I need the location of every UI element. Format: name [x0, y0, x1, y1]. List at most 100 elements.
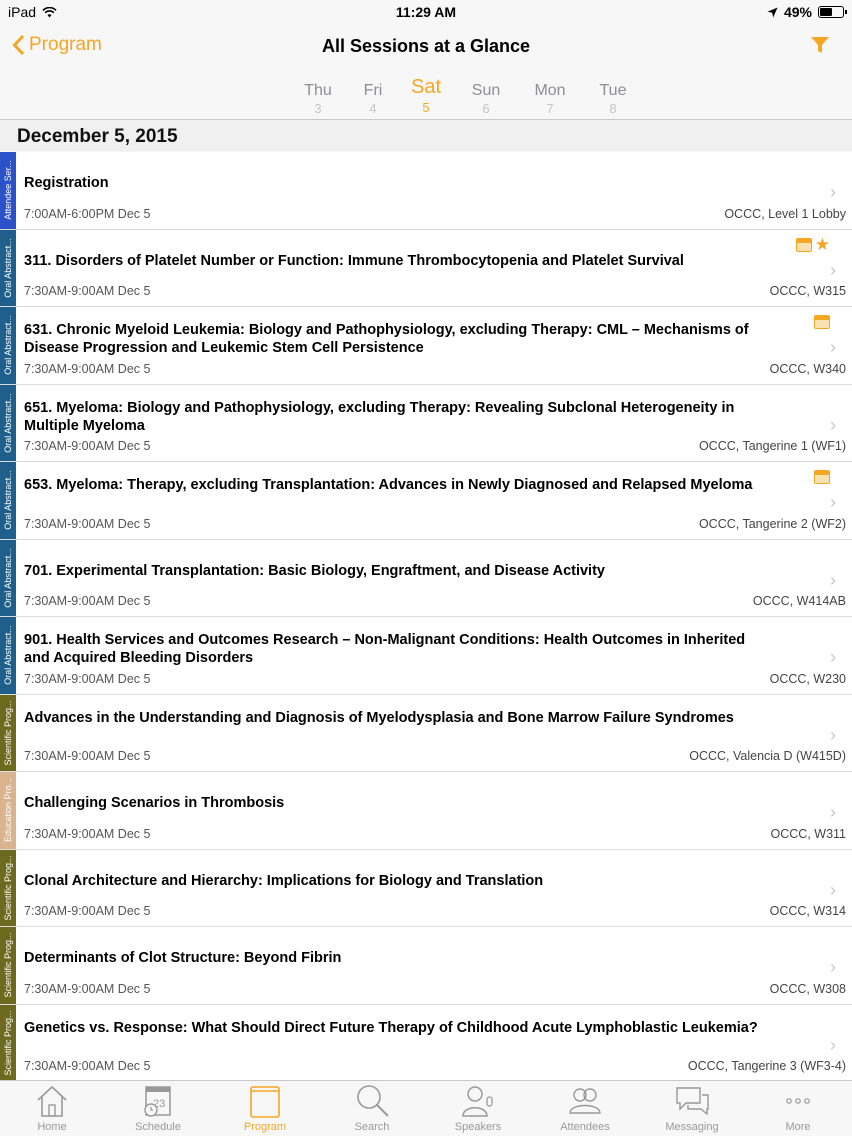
session-row[interactable]: Scientific Prog... Clonal Architecture a… [0, 849, 852, 927]
category-label: Oral Abstract... [3, 315, 13, 376]
session-time: 7:30AM-9:00AM Dec 5 [24, 981, 151, 996]
session-row[interactable]: Oral Abstract... 701. Experimental Trans… [0, 539, 852, 617]
session-location: OCCC, W308 [769, 981, 846, 996]
category-label: Scientific Prog... [3, 932, 13, 998]
session-location: OCCC, Tangerine 1 (WF1) [698, 439, 846, 453]
session-title: 311. Disorders of Platelet Number or Fun… [24, 252, 684, 269]
session-location: OCCC, Valencia D (W415D) [689, 749, 846, 763]
tab-messaging[interactable]: Messaging [642, 1083, 742, 1133]
category-label: Oral Abstract... [3, 470, 13, 531]
session-row[interactable]: Education Pro... Challenging Scenarios i… [0, 772, 852, 850]
category-label: Attendee Ser... [3, 160, 13, 221]
category-label: Scientific Prog... [3, 700, 13, 766]
session-row[interactable]: Attendee Ser... Registration › 7:00AM-6:… [0, 152, 852, 230]
category-tag: Scientific Prog... [0, 694, 16, 771]
day-name: Fri [363, 82, 383, 99]
category-label: Scientific Prog... [3, 855, 13, 921]
chevron-right-icon: › [830, 492, 836, 512]
chevron-right-icon: › [830, 259, 836, 280]
session-row[interactable]: Scientific Prog... Genetics vs. Response… [0, 1004, 852, 1080]
chevron-right-icon: › [830, 879, 836, 900]
program-icon [250, 1086, 280, 1118]
day-tue[interactable]: Tue 8 [588, 82, 638, 116]
nav-bar: Program All Sessions at a Glance [0, 24, 852, 70]
category-tag: Oral Abstract... [0, 307, 16, 384]
category-tag: Oral Abstract... [0, 462, 16, 539]
session-title: 651. Myeloma: Biology and Pathophysiolog… [24, 399, 735, 434]
category-tag: Oral Abstract... [0, 229, 16, 306]
day-mon[interactable]: Mon 7 [525, 82, 575, 116]
session-title: Advances in the Understanding and Diagno… [24, 709, 734, 726]
session-row[interactable]: Scientific Prog... Determinants of Clot … [0, 927, 852, 1005]
session-title: Challenging Scenarios in Thrombosis [24, 795, 285, 811]
session-location: OCCC, W230 [769, 671, 846, 686]
session-row[interactable]: Oral Abstract... 631. Chronic Myeloid Le… [0, 307, 852, 385]
calendar-icon[interactable] [814, 315, 830, 329]
chevron-right-icon: › [830, 337, 836, 357]
session-location: OCCC, W311 [770, 826, 846, 841]
day-number: 4 [369, 101, 377, 116]
session-time: 7:30AM-9:00AM Dec 5 [24, 1059, 151, 1073]
tab-program[interactable]: Program [215, 1083, 315, 1133]
tab-home[interactable]: Home [2, 1083, 102, 1133]
session-title: Genetics vs. Response: What Should Direc… [24, 1019, 758, 1036]
category-tag: Scientific Prog... [0, 849, 16, 926]
day-number: 6 [482, 101, 490, 116]
category-tag: Oral Abstract... [0, 384, 16, 461]
session-row[interactable]: Scientific Prog... Advances in the Under… [0, 694, 852, 772]
day-name: Thu [304, 82, 332, 99]
calendar-icon[interactable] [795, 237, 812, 252]
tab-more[interactable]: More [748, 1083, 848, 1133]
day-sun[interactable]: Sun 6 [461, 82, 511, 116]
day-sat[interactable]: Sat 5 [401, 76, 451, 115]
status-time: 11:29 AM [395, 4, 457, 20]
tab-label: Program [243, 1121, 287, 1133]
session-time: 7:30AM-9:00AM Dec 5 [24, 361, 151, 376]
session-location: OCCC, W340 [769, 361, 846, 376]
tab-label: Speakers [454, 1121, 502, 1133]
session-time: 7:30AM-9:00AM Dec 5 [24, 516, 151, 531]
session-time: 7:30AM-9:00AM Dec 5 [24, 439, 151, 453]
tab-label: Search [354, 1121, 390, 1133]
session-icons [814, 315, 830, 329]
calendar-icon[interactable] [814, 470, 830, 484]
date-header-label: December 5, 2015 [17, 126, 178, 147]
session-title: Determinants of Clot Structure: Beyond F… [24, 950, 342, 966]
day-name: Mon [534, 82, 566, 99]
session-row[interactable]: Oral Abstract... 651. Myeloma: Biology a… [0, 384, 852, 462]
tab-schedule[interactable]: 23 Schedule [108, 1083, 208, 1133]
category-tag: Attendee Ser... [0, 152, 16, 229]
day-thu[interactable]: Thu 3 [293, 82, 343, 116]
tab-speakers[interactable]: Speakers [428, 1083, 528, 1133]
session-row[interactable]: Oral Abstract... 901. Health Services an… [0, 617, 852, 695]
category-label: Oral Abstract... [3, 237, 13, 298]
session-icons: ★ [795, 236, 830, 253]
category-label: Scientific Prog... [3, 1010, 13, 1076]
tab-label: More [785, 1121, 811, 1133]
session-icons [814, 470, 830, 484]
category-tag: Education Pro... [0, 772, 16, 849]
tab-label: Home [37, 1121, 67, 1133]
tab-label: Attendees [560, 1121, 610, 1133]
session-time: 7:30AM-9:00AM Dec 5 [24, 594, 151, 608]
page-title: All Sessions at a Glance [321, 36, 531, 56]
tab-search[interactable]: Search [322, 1083, 422, 1133]
filter-button[interactable] [810, 35, 830, 60]
status-bar: iPad 11:29 AM 49% [0, 0, 852, 24]
session-row[interactable]: Oral Abstract... ★ 311. Disorders of Pla… [0, 229, 852, 307]
session-list[interactable]: Attendee Ser... Registration › 7:00AM-6:… [0, 152, 852, 1080]
tab-label: Schedule [135, 1121, 181, 1133]
schedule-icon: 23 [144, 1086, 171, 1117]
session-title: Registration [24, 175, 109, 191]
category-label: Oral Abstract... [3, 392, 13, 453]
session-row[interactable]: Oral Abstract... 653. Myeloma: Therapy, … [0, 462, 852, 540]
tab-bar: Home 23 Schedule Program Search Speakers… [0, 1080, 852, 1136]
tab-attendees[interactable]: Attendees [535, 1083, 635, 1133]
day-fri[interactable]: Fri 4 [348, 82, 398, 116]
home-icon [37, 1085, 67, 1117]
session-location: OCCC, W315 [769, 284, 846, 298]
search-icon [357, 1085, 389, 1117]
status-right: 49% [767, 4, 847, 20]
star-icon[interactable]: ★ [815, 236, 830, 253]
category-tag: Oral Abstract... [0, 617, 16, 694]
